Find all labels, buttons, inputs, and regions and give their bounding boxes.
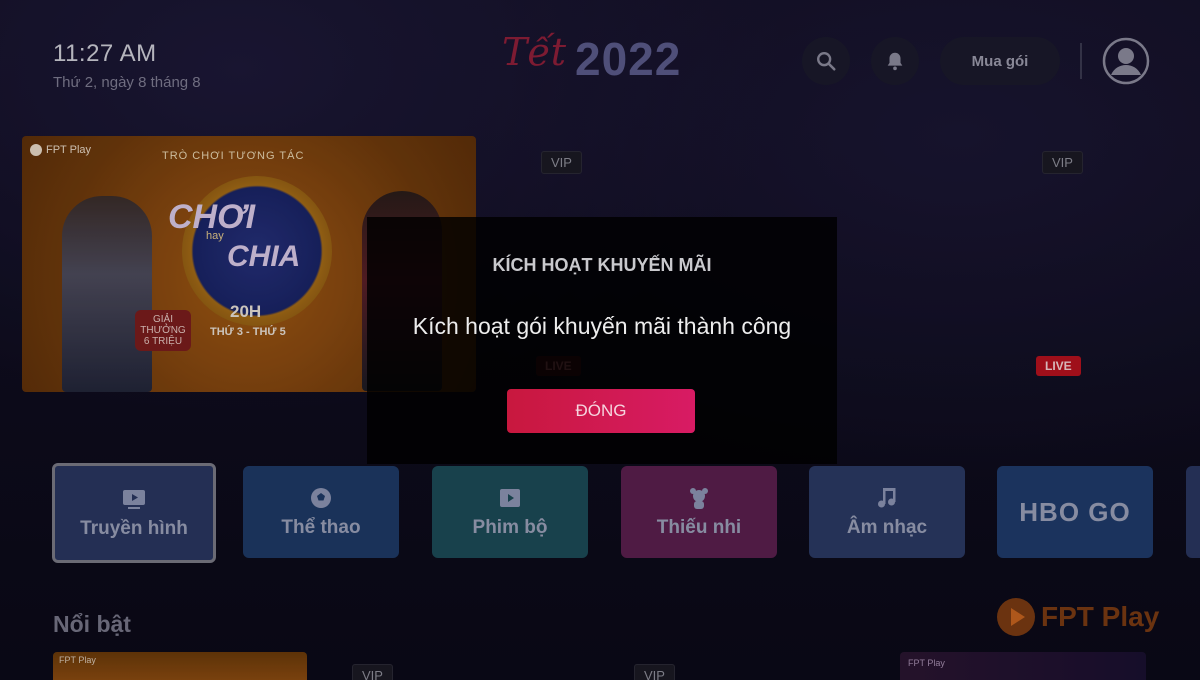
- close-button[interactable]: ĐÓNG: [507, 389, 695, 433]
- home-screen: 11:27 AM Thứ 2, ngày 8 tháng 8 Tết 2022 …: [0, 0, 1200, 680]
- promo-activation-dialog: KÍCH HOẠT KHUYẾN MÃI Kích hoạt gói khuyế…: [367, 217, 837, 464]
- dialog-title: KÍCH HOẠT KHUYẾN MÃI: [492, 255, 712, 275]
- dialog-message: Kích hoạt gói khuyến mãi thành công: [412, 313, 792, 339]
